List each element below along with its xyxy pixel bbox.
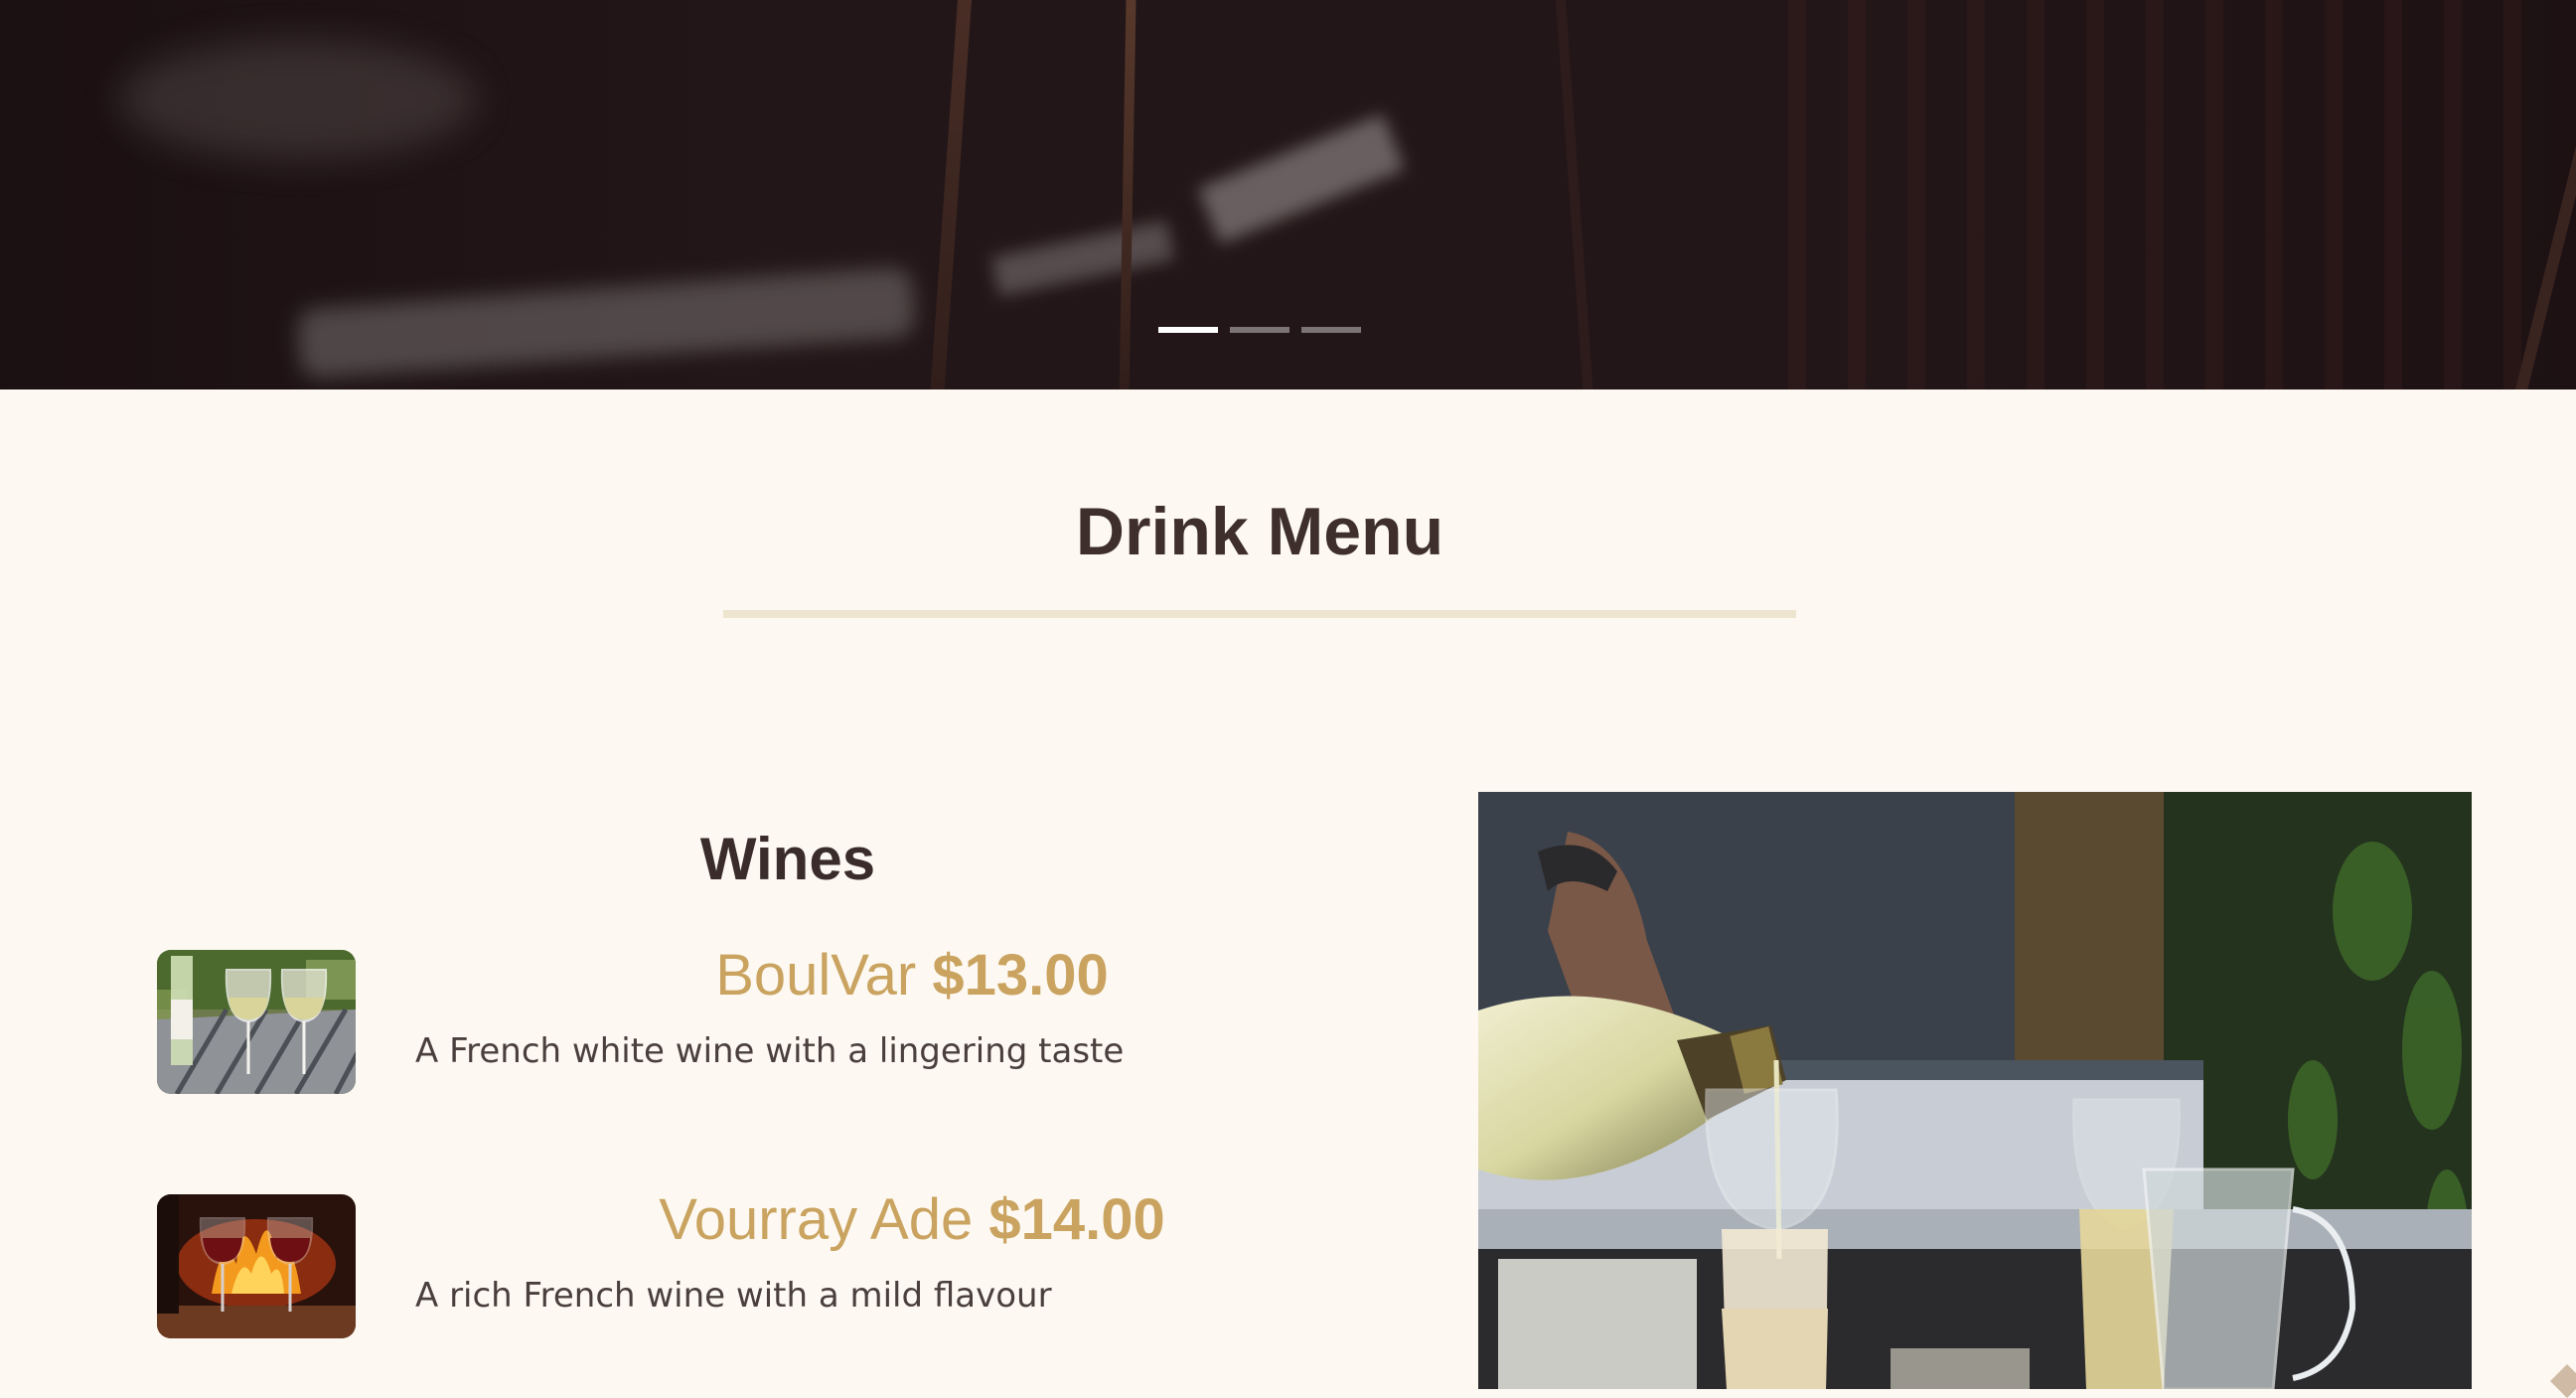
champagne-pouring-photo — [1478, 792, 2472, 1389]
hero-background-detail — [1198, 113, 1405, 244]
hero-background-detail — [1554, 0, 1595, 389]
carousel-indicators — [1158, 327, 1361, 333]
category-heading-wines: Wines — [699, 826, 876, 892]
menu-item-name: Vourray Ade — [659, 1187, 974, 1252]
white-wine-glasses-image — [157, 950, 356, 1094]
hero-carousel — [0, 0, 2576, 389]
hero-background-detail — [119, 40, 477, 159]
scroll-corner-decoration — [2550, 1364, 2576, 1398]
menu-item-price: $14.00 — [988, 1187, 1165, 1252]
menu-item-description: A French white wine with a lingering tas… — [415, 1031, 1125, 1071]
hero-background-detail — [928, 0, 974, 389]
menu-item-title: Vourray Ade $14.00 — [415, 1186, 1409, 1253]
hero-background-detail — [296, 266, 916, 380]
red-wine-fireplace-image — [157, 1194, 356, 1338]
menu-item-name: BoulVar — [715, 943, 917, 1008]
carousel-indicator-2[interactable] — [1230, 327, 1289, 333]
menu-item-description: A rich French wine with a mild flavour — [415, 1276, 1052, 1316]
title-divider — [723, 610, 1796, 618]
hero-background-detail — [990, 220, 1175, 297]
hero-background-texture — [1788, 0, 2563, 389]
hero-background-detail — [1119, 0, 1136, 389]
menu-item-price: $13.00 — [932, 943, 1109, 1008]
menu-item-title: BoulVar $13.00 — [415, 942, 1409, 1009]
carousel-indicator-3[interactable] — [1301, 327, 1361, 333]
page-title: Drink Menu — [1075, 494, 1444, 569]
carousel-indicator-1[interactable] — [1158, 327, 1218, 333]
